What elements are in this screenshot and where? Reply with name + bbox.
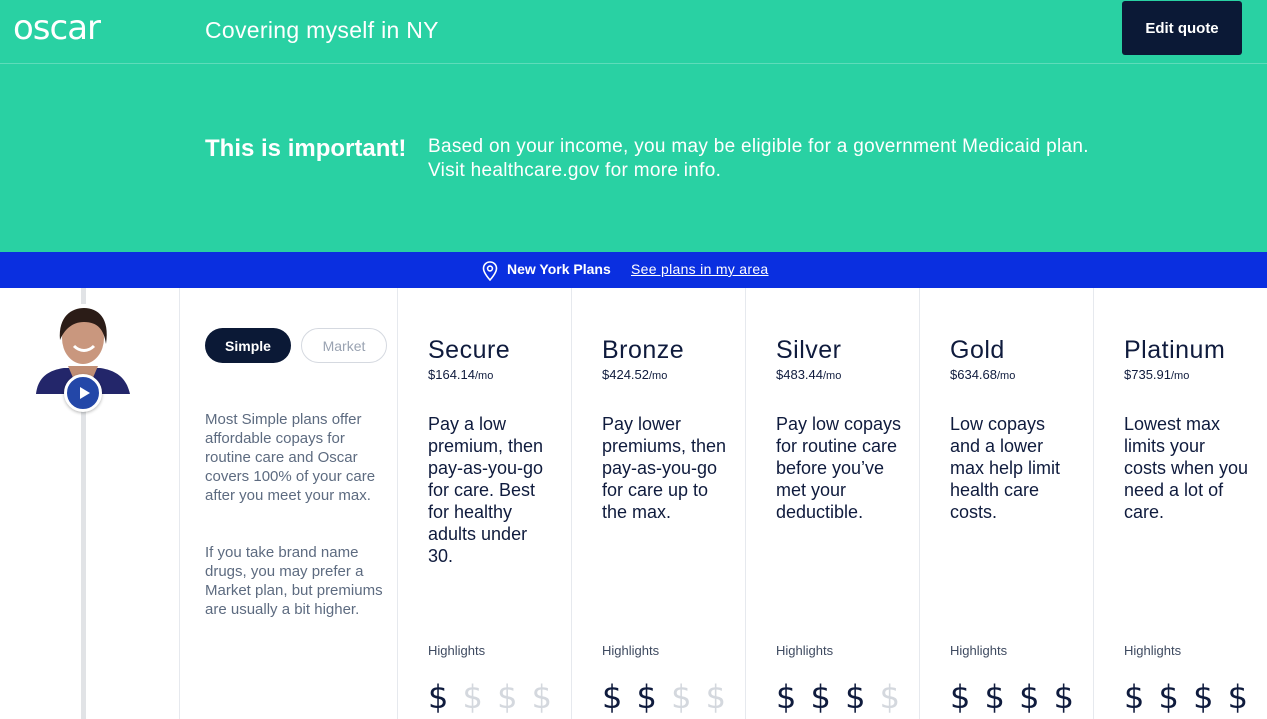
plan-card-secure[interactable]: Secure $164.14/mo Pay a low premium, the…: [398, 288, 572, 719]
plan-card-gold[interactable]: Gold $634.68/mo Low copays and a lower m…: [920, 288, 1094, 719]
see-plans-link[interactable]: See plans in my area: [631, 261, 769, 277]
dollar-icon-filled: $: [1227, 678, 1250, 716]
cost-level-indicator: $ $ $ $: [950, 678, 1076, 716]
plan-price: $735.91/mo: [1124, 367, 1190, 382]
edit-quote-button[interactable]: Edit quote: [1122, 1, 1242, 55]
map-pin-icon: [482, 261, 498, 281]
plan-highlights-label: Highlights: [428, 643, 486, 658]
page-title: Covering myself in NY: [205, 17, 439, 43]
alert-text: Based on your income, you may be eligibl…: [428, 136, 1089, 181]
market-plans-description: If you take brand name drugs, you may pr…: [205, 544, 383, 618]
dollar-icon-filled: $: [1158, 678, 1181, 716]
dollar-icon-filled: $: [845, 678, 868, 716]
plan-highlights-label: Highlights: [602, 643, 660, 658]
plan-name: Platinum: [1124, 336, 1226, 364]
description-column: Simple Market Most Simple plans offer af…: [180, 288, 398, 719]
plan-name: Bronze: [602, 336, 685, 364]
dollar-icon-empty: $: [462, 678, 485, 716]
plan-card-bronze[interactable]: Bronze $424.52/mo Pay lower premiums, th…: [572, 288, 746, 719]
dollar-icon-filled: $: [984, 678, 1007, 716]
cost-level-indicator: $ $ $ $: [602, 678, 728, 716]
dollar-icon-filled: $: [602, 678, 625, 716]
plan-description: Lowest max limits your costs when you ne…: [1124, 414, 1249, 522]
video-column: [0, 288, 180, 719]
header-divider: [0, 63, 1267, 64]
simple-toggle[interactable]: Simple: [205, 328, 291, 363]
dollar-icon-empty: $: [497, 678, 520, 716]
dollar-icon-filled: $: [1124, 678, 1147, 716]
plan-price: $634.68/mo: [950, 367, 1016, 382]
dollar-icon-filled: $: [1053, 678, 1076, 716]
dollar-icon-filled: $: [428, 678, 451, 716]
plan-name: Silver: [776, 336, 842, 364]
dollar-icon-empty: $: [705, 678, 728, 716]
dollar-icon-filled: $: [950, 678, 973, 716]
simple-plans-description: Most Simple plans offer affordable copay…: [205, 411, 376, 504]
cost-level-indicator: $ $ $ $: [428, 678, 554, 716]
plan-highlights-label: Highlights: [1124, 643, 1182, 658]
dollar-icon-filled: $: [810, 678, 833, 716]
plan-description: Pay a low premium, then pay-as-you-go fo…: [428, 414, 544, 566]
dollar-icon-filled: $: [776, 678, 799, 716]
plan-price: $424.52/mo: [602, 367, 668, 382]
plan-description: Pay low copays for routine care before y…: [776, 414, 902, 522]
plan-description: Low copays and a lower max help limit he…: [950, 414, 1061, 522]
dollar-icon-empty: $: [671, 678, 694, 716]
plan-highlights-label: Highlights: [950, 643, 1008, 658]
location-label: New York Plans: [507, 261, 611, 277]
dollar-icon-empty: $: [879, 678, 902, 716]
plan-name: Gold: [950, 336, 1005, 364]
plan-price: $483.44/mo: [776, 367, 842, 382]
plan-description: Pay lower premiums, then pay-as-you-go f…: [602, 414, 727, 522]
cost-level-indicator: $ $ $ $: [776, 678, 902, 716]
dollar-icon-filled: $: [636, 678, 659, 716]
oscar-logo[interactable]: oscar: [13, 8, 101, 48]
dollar-icon-empty: $: [531, 678, 554, 716]
plan-card-platinum[interactable]: Platinum $735.91/mo Lowest max limits yo…: [1094, 288, 1267, 719]
cost-level-indicator: $ $ $ $: [1124, 678, 1250, 716]
plan-price: $164.14/mo: [428, 367, 494, 382]
location-bar: New York Plans See plans in my area: [0, 252, 1267, 288]
header-banner: oscar Covering myself in NY Edit quote T…: [0, 0, 1267, 252]
plan-name: Secure: [428, 336, 511, 364]
plan-highlights-label: Highlights: [776, 643, 834, 658]
alert-title: This is important!: [205, 135, 407, 162]
market-toggle[interactable]: Market: [301, 328, 387, 363]
dollar-icon-filled: $: [1193, 678, 1216, 716]
plan-card-silver[interactable]: Silver $483.44/mo Pay low copays for rou…: [746, 288, 920, 719]
dollar-icon-filled: $: [1019, 678, 1042, 716]
play-button[interactable]: [64, 374, 102, 412]
